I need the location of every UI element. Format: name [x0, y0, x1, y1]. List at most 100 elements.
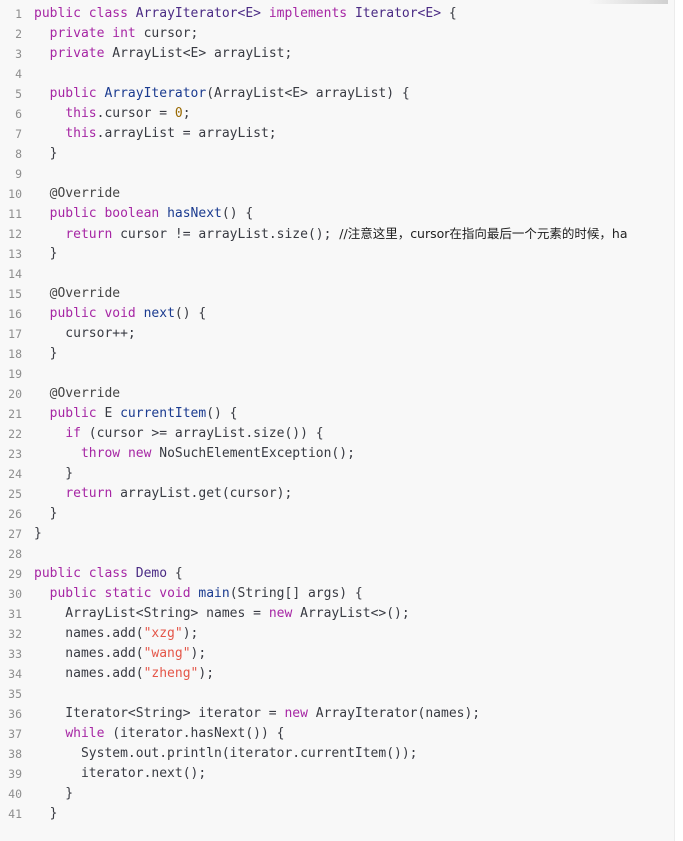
code-line: 1 public class ArrayIterator<E> implement… — [0, 4, 674, 24]
code-line: 5 public ArrayIterator(ArrayList<E> arra… — [0, 84, 674, 104]
code-token: NoSuchElementException(); — [151, 446, 355, 461]
line-number: 14 — [8, 267, 22, 281]
line-number: 18 — [8, 347, 22, 361]
code-token: void — [104, 306, 136, 321]
code-token: "zheng" — [143, 666, 199, 681]
code-token: { — [167, 566, 183, 581]
code-line: 16 public void next() { — [0, 304, 674, 324]
code-token: currentItem — [120, 406, 207, 421]
code-token: { — [441, 6, 457, 21]
line-number: 24 — [8, 467, 22, 481]
line-source: public class ArrayIterator<E> implements… — [34, 4, 457, 24]
line-source: public boolean hasNext() { — [34, 204, 254, 224]
code-token: "wang" — [143, 646, 191, 661]
code-token: } — [34, 806, 58, 821]
code-token: next — [143, 306, 175, 321]
line-number: 1 — [15, 7, 22, 21]
code-token: ); — [198, 666, 215, 681]
line-source: @Override — [34, 284, 120, 304]
code-token: } — [34, 786, 74, 801]
line-source: @Override — [34, 184, 120, 204]
code-token: ); — [182, 626, 199, 641]
code-line: 25 return arrayList.get(cursor); — [0, 484, 674, 504]
code-token: names.add( — [34, 626, 144, 641]
code-token: while — [65, 726, 105, 741]
line-number: 4 — [15, 67, 22, 81]
code-token: ArrayList<>(); — [292, 606, 410, 621]
code-line: 14 — [0, 264, 674, 284]
line-number: 17 — [8, 327, 22, 341]
code-line: 9 — [0, 164, 674, 184]
line-source: return arrayList.get(cursor); — [34, 484, 292, 504]
code-line: 12 return cursor != arrayList.size(); //… — [0, 224, 674, 244]
line-source: names.add("zheng"); — [34, 664, 214, 684]
code-line: 40 } — [0, 784, 674, 804]
code-token: ArrayList<String> names = — [34, 606, 269, 621]
code-token: (String[] args) { — [229, 586, 363, 601]
line-number: 23 — [8, 447, 22, 461]
code-token: public — [49, 306, 97, 321]
code-token: cursor++; — [34, 326, 136, 341]
code-token: ArrayIterator<E> — [135, 6, 261, 21]
code-line: 36 Iterator<String> iterator = new Array… — [0, 704, 674, 724]
line-number: 12 — [8, 227, 22, 241]
code-token: new — [284, 706, 308, 721]
line-number: 29 — [8, 567, 22, 581]
line-number: 6 — [15, 107, 22, 121]
line-source: public void next() { — [34, 304, 207, 324]
code-token: ; — [182, 106, 191, 121]
line-number: 33 — [8, 647, 22, 661]
code-block: 1 public class ArrayIterator<E> implement… — [0, 0, 675, 841]
code-token: @Override — [49, 286, 121, 301]
code-line: 35 — [0, 684, 674, 704]
line-source: cursor++; — [34, 324, 136, 344]
code-line: 34 names.add("zheng"); — [0, 664, 674, 684]
line-source: } — [34, 504, 58, 524]
line-number: 20 — [8, 387, 22, 401]
code-token: ArrayIterator(names); — [307, 706, 481, 721]
line-source: System.out.println(iterator.currentItem(… — [34, 744, 418, 764]
code-line: 23 throw new NoSuchElementException(); — [0, 444, 674, 464]
code-token: //注意这里，cursor在指向最后一个元素的时候，ha — [339, 226, 628, 241]
line-source: iterator.next(); — [34, 764, 206, 784]
code-token: public — [49, 406, 97, 421]
line-source: } — [34, 344, 58, 364]
code-token: (iterator.hasNext()) { — [104, 726, 285, 741]
code-token: } — [34, 146, 58, 161]
code-token: public — [49, 86, 97, 101]
code-line: 41 } — [0, 804, 674, 824]
code-token: 0 — [174, 106, 183, 121]
line-source: } — [34, 804, 58, 824]
code-line: 15 @Override — [0, 284, 674, 304]
code-token: .cursor = — [96, 106, 175, 121]
line-number: 26 — [8, 507, 22, 521]
code-token: hasNext — [167, 206, 222, 221]
code-token: } — [34, 466, 74, 481]
code-line: 2 private int cursor; — [0, 24, 674, 44]
line-number: 5 — [15, 87, 22, 101]
line-number: 37 — [8, 727, 22, 741]
code-token: iterator.next(); — [34, 766, 207, 781]
line-source: return cursor != arrayList.size(); //注意这… — [34, 224, 628, 245]
line-source: names.add("xzg"); — [34, 624, 198, 644]
code-token: if — [65, 426, 81, 441]
code-token: cursor; — [135, 26, 199, 41]
code-token: } — [34, 526, 42, 541]
code-token: new — [268, 606, 293, 621]
code-token: main — [198, 586, 230, 601]
code-line: 7 this.arrayList = arrayList; — [0, 124, 674, 144]
code-token: private — [49, 26, 105, 41]
code-token: boolean — [104, 206, 160, 221]
